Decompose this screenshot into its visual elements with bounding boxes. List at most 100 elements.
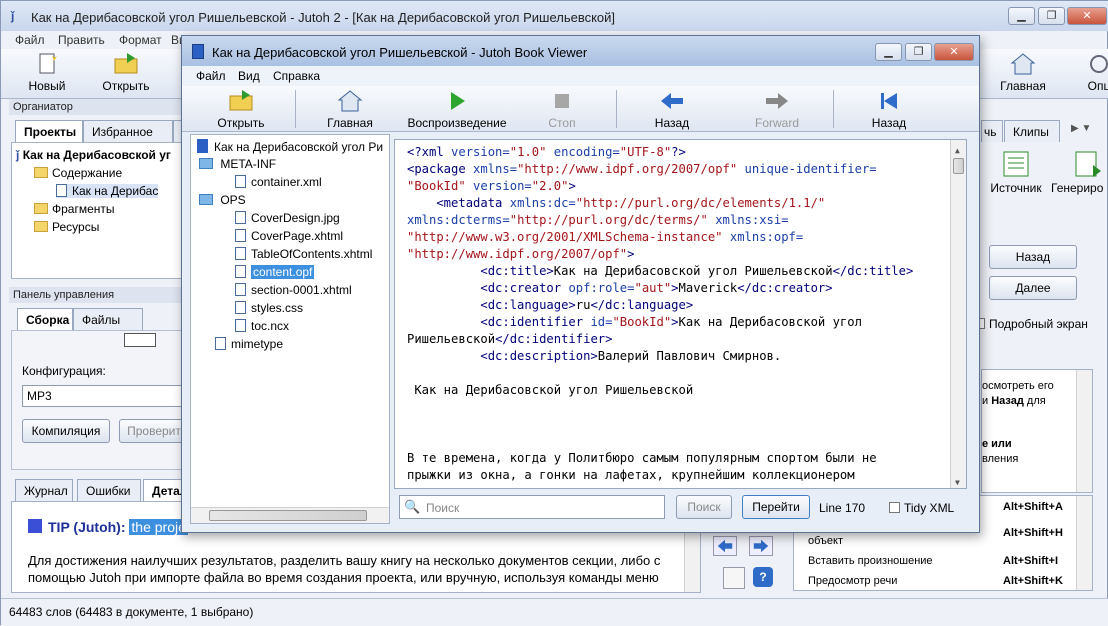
viewer-menu-file[interactable]: Файл <box>196 69 226 83</box>
config-select[interactable]: MP3 <box>22 385 186 407</box>
new-label: Новый <box>28 79 66 93</box>
tree-mimetype[interactable]: mimetype <box>215 337 283 351</box>
shortcut-key-2: Alt+Shift+H <box>1003 527 1063 539</box>
menu-edit[interactable]: Править <box>58 33 105 47</box>
tab-files[interactable]: Файлы <box>73 308 143 330</box>
right-next-button[interactable]: Далее <box>989 276 1077 300</box>
file-icon <box>235 229 246 242</box>
right-help-scrollbar[interactable] <box>1076 370 1092 492</box>
arrow-right-icon <box>753 539 769 553</box>
tidy-xml-checkbox[interactable] <box>889 502 900 513</box>
tab-errors[interactable]: Ошибки <box>77 479 141 501</box>
maximize-button[interactable]: ❐ <box>1038 7 1065 25</box>
tree-file[interactable]: section-0001.xhtml <box>235 283 352 297</box>
viewer-forward-button[interactable]: Forward <box>742 90 812 130</box>
tree-file[interactable]: TableOfContents.xhtml <box>235 247 372 261</box>
tree-resources[interactable]: Ресурсы <box>34 220 99 234</box>
main-titlebar: ǰ Как на Дерибасовской угол Ришельевской… <box>1 1 1108 31</box>
viewer-minimize-button[interactable]: ▁ <box>875 43 902 61</box>
viewer-open-button[interactable]: Открыть <box>206 90 276 130</box>
viewer-maximize-button[interactable]: ❐ <box>905 43 932 61</box>
tree-meta-inf[interactable]: META-INF <box>199 157 276 171</box>
shortcut-label-3[interactable]: Вставить произношение <box>808 555 933 567</box>
copy-icon[interactable] <box>723 567 745 589</box>
tree-file[interactable]: styles.css <box>235 301 303 315</box>
tab-scroll-arrows[interactable]: ▶ ▼ <box>1071 123 1091 134</box>
tab-favorites[interactable]: Избранное <box>83 120 173 142</box>
search-icon: 🔍 <box>404 499 421 514</box>
source-label: Источник <box>990 181 1042 195</box>
tree-ops[interactable]: OPS <box>199 193 246 207</box>
code-scroll-thumb[interactable] <box>953 158 964 174</box>
viewer-menu-view[interactable]: Вид <box>238 69 260 83</box>
tab-build[interactable]: Сборка <box>17 308 73 330</box>
right-back-button[interactable]: Назад <box>989 245 1077 269</box>
detailed-screen-option[interactable]: Подробный экран <box>974 317 1088 331</box>
cover-thumbnail <box>124 333 156 347</box>
viewer-home-button[interactable]: Главная <box>315 90 385 130</box>
shortcut-key-4: Alt+Shift+K <box>1003 575 1063 587</box>
tip-square-icon <box>28 519 42 533</box>
tidy-xml-option[interactable]: Tidy XML <box>889 501 954 515</box>
nav-back-arrow-button[interactable] <box>713 536 737 556</box>
code-vscrollbar[interactable]: ▲ ▼ <box>950 140 966 488</box>
tree-chapter[interactable]: Как на Дерибас <box>56 184 159 198</box>
folder-icon <box>34 203 48 214</box>
compile-button[interactable]: Компиляция <box>22 419 110 443</box>
goto-button[interactable]: Перейти <box>742 495 810 519</box>
nav-forward-arrow-button[interactable] <box>749 536 773 556</box>
viewer-back-start-button[interactable]: Назад <box>854 90 924 130</box>
tree-file-selected[interactable]: content.opf <box>235 265 315 279</box>
viewer-titlebar: Как на Дерибасовской угол Ришельевской -… <box>182 36 979 66</box>
search-button[interactable]: Поиск <box>676 495 732 519</box>
options-button[interactable]: Опц <box>1079 53 1108 93</box>
tip-link[interactable]: the proje <box>129 519 188 535</box>
menu-format[interactable]: Формат <box>119 33 162 47</box>
search-input[interactable]: 🔍 Поиск <box>399 495 665 519</box>
tree-file[interactable]: toc.ncx <box>235 319 289 333</box>
folder-icon <box>34 167 48 178</box>
tree-file[interactable]: CoverPage.xhtml <box>235 229 343 243</box>
tree-hscroll-thumb[interactable] <box>209 510 367 521</box>
tip-prefix: TIP (Jutoh): <box>48 519 126 535</box>
close-button[interactable]: ✕ <box>1067 7 1107 25</box>
viewer-menu-help[interactable]: Справка <box>273 69 320 83</box>
viewer-play-button[interactable]: Воспроизведение <box>397 90 517 130</box>
tab-right-1[interactable]: чь <box>981 120 1003 142</box>
tree-fragments[interactable]: Фрагменты <box>34 202 115 216</box>
menu-file[interactable]: Файл <box>15 33 45 47</box>
detailed-label: Подробный экран <box>989 317 1088 331</box>
tab-projects[interactable]: Проекты <box>15 120 83 142</box>
tree-file[interactable]: CoverDesign.jpg <box>235 211 340 225</box>
viewer-back-button[interactable]: Назад <box>637 90 707 130</box>
new-button[interactable]: Новый <box>21 53 73 93</box>
tree-hscrollbar[interactable] <box>191 507 389 523</box>
help-icon[interactable]: ? <box>753 567 773 587</box>
play-icon <box>451 92 465 110</box>
tree-container-xml[interactable]: container.xml <box>235 175 322 189</box>
search-placeholder: Поиск <box>426 501 460 515</box>
shortcut-label-4[interactable]: Предосмотр речи <box>808 575 897 587</box>
viewer-open-label: Открыть <box>217 116 265 130</box>
tree-root[interactable]: ǰ Как на Дерибасовской уг <box>16 148 171 162</box>
viewer-tree-root[interactable]: Как на Дерибасовской угол Ри <box>197 139 383 154</box>
tree-contents[interactable]: Содержание <box>34 166 122 180</box>
xml-source-view[interactable]: <?xml version="1.0" encoding="UTF-8"?> <… <box>394 139 967 489</box>
file-icon <box>235 211 246 224</box>
generate-button[interactable]: Генериро <box>1051 151 1108 195</box>
tab-clips[interactable]: Клипы <box>1004 120 1060 142</box>
shortcut-key-1: Alt+Shift+A <box>1003 501 1063 513</box>
viewer-close-button[interactable]: ✕ <box>934 43 974 61</box>
open-button[interactable]: Открыть <box>97 53 155 93</box>
source-icon <box>1003 151 1029 177</box>
source-button[interactable]: Источник <box>985 151 1047 195</box>
minimize-button[interactable]: ▁ <box>1008 7 1035 25</box>
home-button[interactable]: Главная <box>995 53 1051 93</box>
check-button[interactable]: Проверит <box>119 419 189 443</box>
scroll-down-icon[interactable]: ▼ <box>955 474 960 488</box>
open-folder-icon <box>114 53 138 74</box>
shortcuts-scrollbar[interactable] <box>1076 496 1092 590</box>
scroll-up-icon[interactable]: ▲ <box>955 142 960 159</box>
viewer-stop-button[interactable]: Стоп <box>527 90 597 130</box>
tab-log[interactable]: Журнал <box>15 479 73 501</box>
